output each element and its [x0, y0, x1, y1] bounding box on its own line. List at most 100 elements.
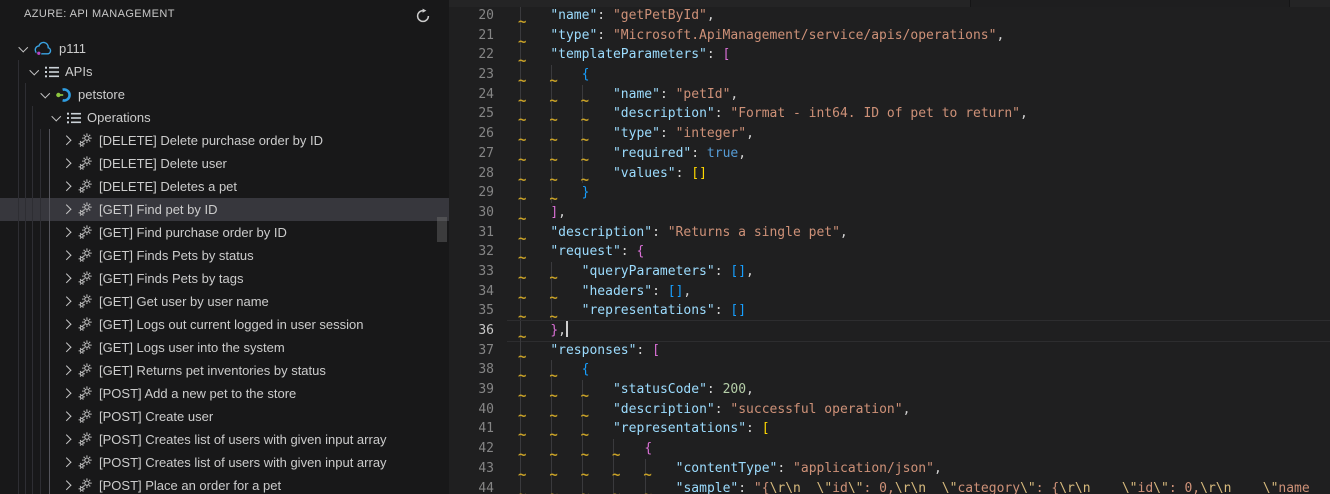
operation-item[interactable]: [GET] Find pet by ID [0, 198, 449, 221]
chevron-right-icon[interactable] [60, 226, 74, 240]
chevron-right-icon[interactable] [60, 318, 74, 332]
code-line[interactable]: 34 ~ ~ "headers": [], [449, 281, 1330, 305]
code-token: } [550, 323, 559, 338]
code-line[interactable]: 26 ~ ~ ~ "type": "integer", [449, 124, 1330, 147]
code-token: [ [652, 342, 660, 358]
code-line[interactable]: 35 ~ ~ "representations": [] [449, 301, 1330, 324]
code-token: category [957, 480, 1021, 494]
code-line[interactable]: 37 ~ "responses": [ [449, 340, 1330, 364]
operation-item[interactable]: [GET] Find purchase order by ID [0, 221, 449, 244]
operation-item[interactable]: [DELETE] Deletes a pet [0, 175, 449, 198]
code-token: : [636, 342, 653, 358]
code-token: , [746, 263, 754, 279]
chevron-right-icon[interactable] [60, 157, 74, 171]
code-token: "name" [550, 8, 598, 23]
line-number: 44 [478, 480, 494, 494]
code-line[interactable]: 28 ~ ~ ~ "values": [] [449, 163, 1330, 187]
chevron-right-icon[interactable] [60, 295, 74, 309]
code-line[interactable]: 44~~~~~"sample": "{\r\n \"id\": 0,\r\n \… [449, 478, 1330, 494]
code-text: "required": true, [613, 144, 746, 164]
chevron-down-icon[interactable] [16, 42, 30, 56]
chevron-right-icon[interactable] [60, 134, 74, 148]
tree-item-petstore[interactable]: petstore [0, 83, 449, 106]
tree-item-p111[interactable]: p111 [0, 37, 449, 60]
code-line[interactable]: 39 ~ ~ ~ "statusCode": 200, [449, 380, 1330, 403]
line-number: 28 [478, 165, 494, 181]
operation-item[interactable]: [POST] Create user [0, 405, 449, 428]
chevron-right-icon[interactable] [60, 364, 74, 378]
code-token: "request" [550, 244, 621, 260]
operation-item[interactable]: [POST] Creates list of users with given … [0, 428, 449, 451]
code-area[interactable]: 20 ~ "name": "getPetById", 21 ~ "type": "Micr… [449, 6, 1330, 494]
code-line[interactable]: 21 ~ "type": "Microsoft.ApiManagement/serv… [449, 25, 1330, 49]
code-token: "statusCode" [612, 382, 707, 398]
code-line[interactable]: 22 ~ "templateParameters": [ [449, 45, 1330, 68]
chevron-right-icon[interactable] [60, 180, 74, 194]
code-token: , [706, 8, 715, 23]
chevron-right-icon[interactable] [60, 249, 74, 263]
code-line[interactable]: 42 ~ ~ ~ ~{ [449, 439, 1330, 462]
operation-item[interactable]: [POST] Add a new pet to the store [0, 382, 449, 405]
refresh-icon[interactable] [413, 6, 433, 26]
code-line[interactable]: 33 ~ ~ "queryParameters": [], [449, 261, 1330, 285]
operation-item[interactable]: [GET] Finds Pets by status [0, 244, 449, 267]
tree-item-label: [POST] Create user [99, 409, 214, 424]
code-line[interactable]: 36 ~}, [449, 320, 1330, 344]
code-text: "type": "Microsoft.ApiManagement/service… [550, 26, 1004, 46]
gears-icon [77, 408, 94, 425]
chevron-down-icon[interactable] [49, 111, 63, 125]
operation-item[interactable]: [POST] Place an order for a pet [0, 474, 449, 494]
chevron-right-icon[interactable] [60, 410, 74, 424]
code-line[interactable]: 25 ~ ~ ~ "description": "Format - int64. ID … [449, 104, 1330, 127]
code-token: : [652, 283, 668, 299]
chevron-right-icon[interactable] [60, 341, 74, 355]
operation-item[interactable]: [POST] Creates list of users with given … [0, 451, 449, 474]
operation-item[interactable]: [DELETE] Delete user [0, 152, 449, 175]
operation-item[interactable]: [GET] Logs out current logged in user se… [0, 313, 449, 336]
code-text: "values": [] [613, 164, 707, 184]
code-token: , [1019, 106, 1028, 122]
chevron-right-icon[interactable] [60, 433, 74, 447]
operation-item[interactable]: [DELETE] Delete purchase order by ID [0, 129, 449, 152]
code-line[interactable]: 23 ~ ~{ [449, 65, 1330, 88]
code-text: "responses": [ [550, 341, 660, 361]
code-line[interactable]: 29 ~ ~} [449, 183, 1330, 206]
code-token: "{ [753, 480, 770, 494]
code-line[interactable]: 40 ~ ~ ~ "description": "successful operatio… [449, 399, 1330, 423]
code-line[interactable]: 38 ~ ~{ [449, 360, 1330, 383]
whitespace-warning-squiggle: ~ [643, 488, 651, 494]
code-line[interactable]: 41 ~ ~ ~ "representations": [ [449, 419, 1330, 442]
code-line[interactable]: 30 ~], [449, 202, 1330, 226]
code-line[interactable]: 24 ~ ~ ~ "name": "petId", [449, 84, 1330, 108]
code-token: { [581, 67, 590, 83]
chevron-down-icon[interactable] [38, 88, 52, 102]
chevron-right-icon[interactable] [60, 387, 74, 401]
chevron-down-icon[interactable] [27, 65, 41, 79]
operation-item[interactable]: [GET] Returns pet inventories by status [0, 359, 449, 382]
code-text: ], [550, 203, 566, 223]
code-line[interactable]: 31 ~ "description": "Returns a single pet"… [449, 222, 1330, 246]
chevron-right-icon[interactable] [60, 203, 74, 217]
chevron-right-icon[interactable] [60, 479, 74, 493]
code-token: "description" [612, 106, 715, 122]
tree-item-operations[interactable]: Operations [0, 106, 449, 129]
code-token: : [659, 86, 676, 102]
operation-item[interactable]: [GET] Get user by user name [0, 290, 449, 313]
code-token: : [714, 401, 731, 417]
code-token: "getPetById" [612, 8, 707, 23]
code-line[interactable]: 43 ~ ~ ~ ~ ~ "contentType": "application/json"… [449, 458, 1330, 482]
code-line[interactable]: 20 ~ "name": "getPetById", [449, 6, 1330, 29]
chevron-right-icon[interactable] [60, 456, 74, 470]
operation-item[interactable]: [GET] Logs user into the system [0, 336, 449, 359]
sidebar-scrollbar-thumb[interactable] [437, 217, 447, 242]
tab-bar[interactable] [449, 0, 1330, 7]
chevron-right-icon[interactable] [60, 272, 74, 286]
code-line[interactable]: 32 ~ "request": { [449, 242, 1330, 265]
tree-item-label: [GET] Finds Pets by tags [99, 271, 244, 286]
tree-item-label: [GET] Logs out current logged in user se… [99, 317, 364, 332]
active-tab-edge[interactable] [970, 0, 1290, 7]
tree-item-apis[interactable]: APIs [0, 60, 449, 83]
code-line[interactable]: 27 ~ ~ ~ "required": true, [449, 143, 1330, 167]
operation-item[interactable]: [GET] Finds Pets by tags [0, 267, 449, 290]
